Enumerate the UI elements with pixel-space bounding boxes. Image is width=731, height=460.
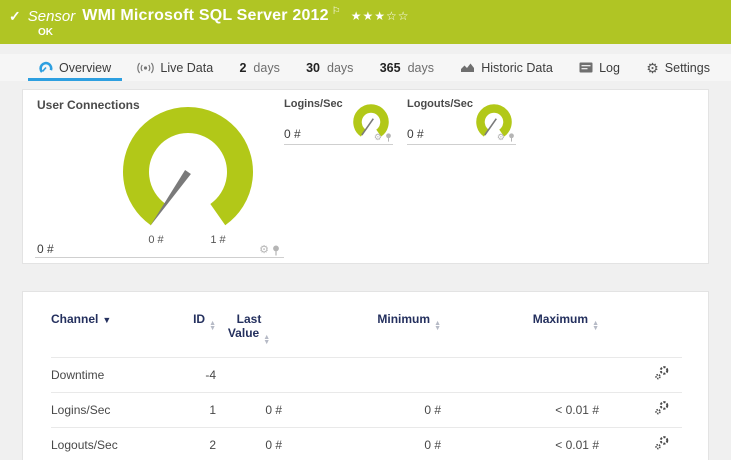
column-header-last-value[interactable]: Last Value ▲ ▼ <box>216 304 282 358</box>
pin-icon[interactable] <box>272 245 280 256</box>
gauge-scale-max: 1 # <box>210 234 226 246</box>
table-row[interactable]: Downtime -4 <box>51 357 682 393</box>
channel-maximum <box>441 357 599 393</box>
tab-overview[interactable]: Overview <box>27 54 123 81</box>
object-kind-label: Sensor <box>27 7 76 25</box>
tab-365-days-number: 365 <box>379 60 401 75</box>
gauge-icon <box>39 61 53 73</box>
ok-check-icon: ✓ <box>9 7 21 24</box>
tab-30-days-number: 30 <box>306 60 321 75</box>
user-connections-gauge <box>123 107 253 227</box>
channel-maximum: < 0.01 # <box>441 392 599 428</box>
gauges-panel: User Connections 0 # 1 # 0 # ⚙ Logins/Se… <box>22 89 709 264</box>
tab-overview-label: Overview <box>59 60 112 75</box>
sort-icon: ▲ ▼ <box>263 334 271 346</box>
tab-live-data[interactable]: Live Data <box>132 54 218 81</box>
tab-2-days[interactable]: 2 days <box>234 54 284 81</box>
column-header-last-label: Last <box>236 312 262 326</box>
channel-name[interactable]: Logins/Sec <box>51 392 176 428</box>
gauge-title: Logouts/Sec <box>407 98 474 110</box>
gear-icon: ⚙ <box>646 59 659 76</box>
table-header-row: Channel ▼ ID ▲ ▼ Last Value ▲ ▼ Minimum ▲ ▼ Max… <box>51 304 682 358</box>
column-header-maximum[interactable]: Maximum ▲ ▼ <box>441 304 599 358</box>
pin-icon[interactable] <box>385 133 392 142</box>
sensor-status-banner: ✓ Sensor WMI Microsoft SQL Server 2012 ⚐… <box>0 0 731 44</box>
channel-name[interactable]: Downtime <box>51 357 176 393</box>
status-badge: OK <box>38 27 53 38</box>
sort-icon: ▲ ▼ <box>434 320 441 332</box>
channel-minimum: 0 # <box>282 427 441 460</box>
gauge-widget-user-connections: User Connections 0 # 1 # 0 # ⚙ <box>35 98 284 258</box>
tab-log[interactable]: Log <box>574 54 625 81</box>
tab-historic-data[interactable]: Historic Data <box>455 54 558 81</box>
channels-table: Channel ▼ ID ▲ ▼ Last Value ▲ ▼ Minimum ▲ ▼ Max… <box>51 304 682 460</box>
column-header-value-label: Value <box>227 326 260 340</box>
channel-minimum: 0 # <box>282 392 441 428</box>
sort-desc-icon: ▼ <box>102 315 112 325</box>
broadcast-icon <box>137 62 155 73</box>
gauge-current-value: 0 # <box>407 127 424 141</box>
channel-maximum: < 0.01 # <box>441 427 599 460</box>
tab-365-days[interactable]: 365 days <box>375 54 439 81</box>
table-row[interactable]: Logins/Sec 1 0 # 0 # < 0.01 # <box>51 392 682 428</box>
gauge-widget-logouts-sec: Logouts/Sec 0 # ⚙ <box>407 98 516 145</box>
log-list-icon <box>579 62 593 73</box>
gauge-scale-min: 0 # <box>148 234 164 246</box>
channel-settings-gears-icon[interactable] <box>654 435 670 454</box>
gauge-widget-logins-sec: Logins/Sec 0 # ⚙ <box>284 98 393 145</box>
tab-historic-data-label: Historic Data <box>481 60 553 75</box>
column-header-minimum[interactable]: Minimum ▲ ▼ <box>282 304 441 358</box>
tab-2-days-number: 2 <box>239 60 247 75</box>
column-header-id-label: ID <box>193 312 206 326</box>
channel-id: 2 <box>176 427 216 460</box>
channel-minimum <box>282 357 441 393</box>
channel-id: 1 <box>176 392 216 428</box>
column-header-channel-label: Channel <box>51 312 99 326</box>
tab-bar: Overview Live Data 2 days 30 days 365 da… <box>0 54 731 81</box>
priority-stars[interactable]: ★★★☆☆ <box>351 9 410 23</box>
table-row[interactable]: Logouts/Sec 2 0 # 0 # < 0.01 # <box>51 427 682 460</box>
channel-last-value <box>216 357 282 393</box>
gauge-title: Logins/Sec <box>284 98 343 110</box>
pin-icon[interactable] <box>508 133 515 142</box>
channels-table-panel: Channel ▼ ID ▲ ▼ Last Value ▲ ▼ Minimum ▲ ▼ Max… <box>22 291 709 460</box>
page-title: WMI Microsoft SQL Server 2012 <box>82 7 329 24</box>
gear-icon[interactable]: ⚙ <box>259 245 269 256</box>
channel-last-value: 0 # <box>216 427 282 460</box>
gear-icon[interactable]: ⚙ <box>374 133 382 142</box>
channel-settings-gears-icon[interactable] <box>654 365 670 384</box>
tab-30-days-unit: days <box>327 60 354 75</box>
tab-30-days[interactable]: 30 days <box>301 54 358 81</box>
area-chart-icon <box>461 63 475 72</box>
tab-settings[interactable]: ⚙ Settings <box>641 54 715 81</box>
tab-live-data-label: Live Data <box>160 60 214 75</box>
channel-name[interactable]: Logouts/Sec <box>51 427 176 460</box>
gauge-current-value: 0 # <box>284 127 301 141</box>
flag-icon[interactable]: ⚐ <box>332 6 341 17</box>
tab-settings-label: Settings <box>664 60 710 75</box>
channel-settings-gears-icon[interactable] <box>654 400 670 419</box>
column-header-minimum-label: Minimum <box>377 312 431 326</box>
column-header-maximum-label: Maximum <box>532 312 589 326</box>
sort-icon: ▲ ▼ <box>592 320 599 332</box>
tab-log-label: Log <box>599 60 620 75</box>
column-header-actions <box>599 304 682 358</box>
tab-365-days-unit: days <box>407 60 434 75</box>
channel-id: -4 <box>176 357 216 393</box>
gauge-current-value: 0 # <box>37 242 54 256</box>
sort-icon: ▲ ▼ <box>209 320 216 332</box>
column-header-channel[interactable]: Channel ▼ <box>51 304 176 358</box>
channel-last-value: 0 # <box>216 392 282 428</box>
gear-icon[interactable]: ⚙ <box>497 133 505 142</box>
tab-2-days-unit: days <box>253 60 280 75</box>
column-header-id[interactable]: ID ▲ ▼ <box>176 304 216 358</box>
